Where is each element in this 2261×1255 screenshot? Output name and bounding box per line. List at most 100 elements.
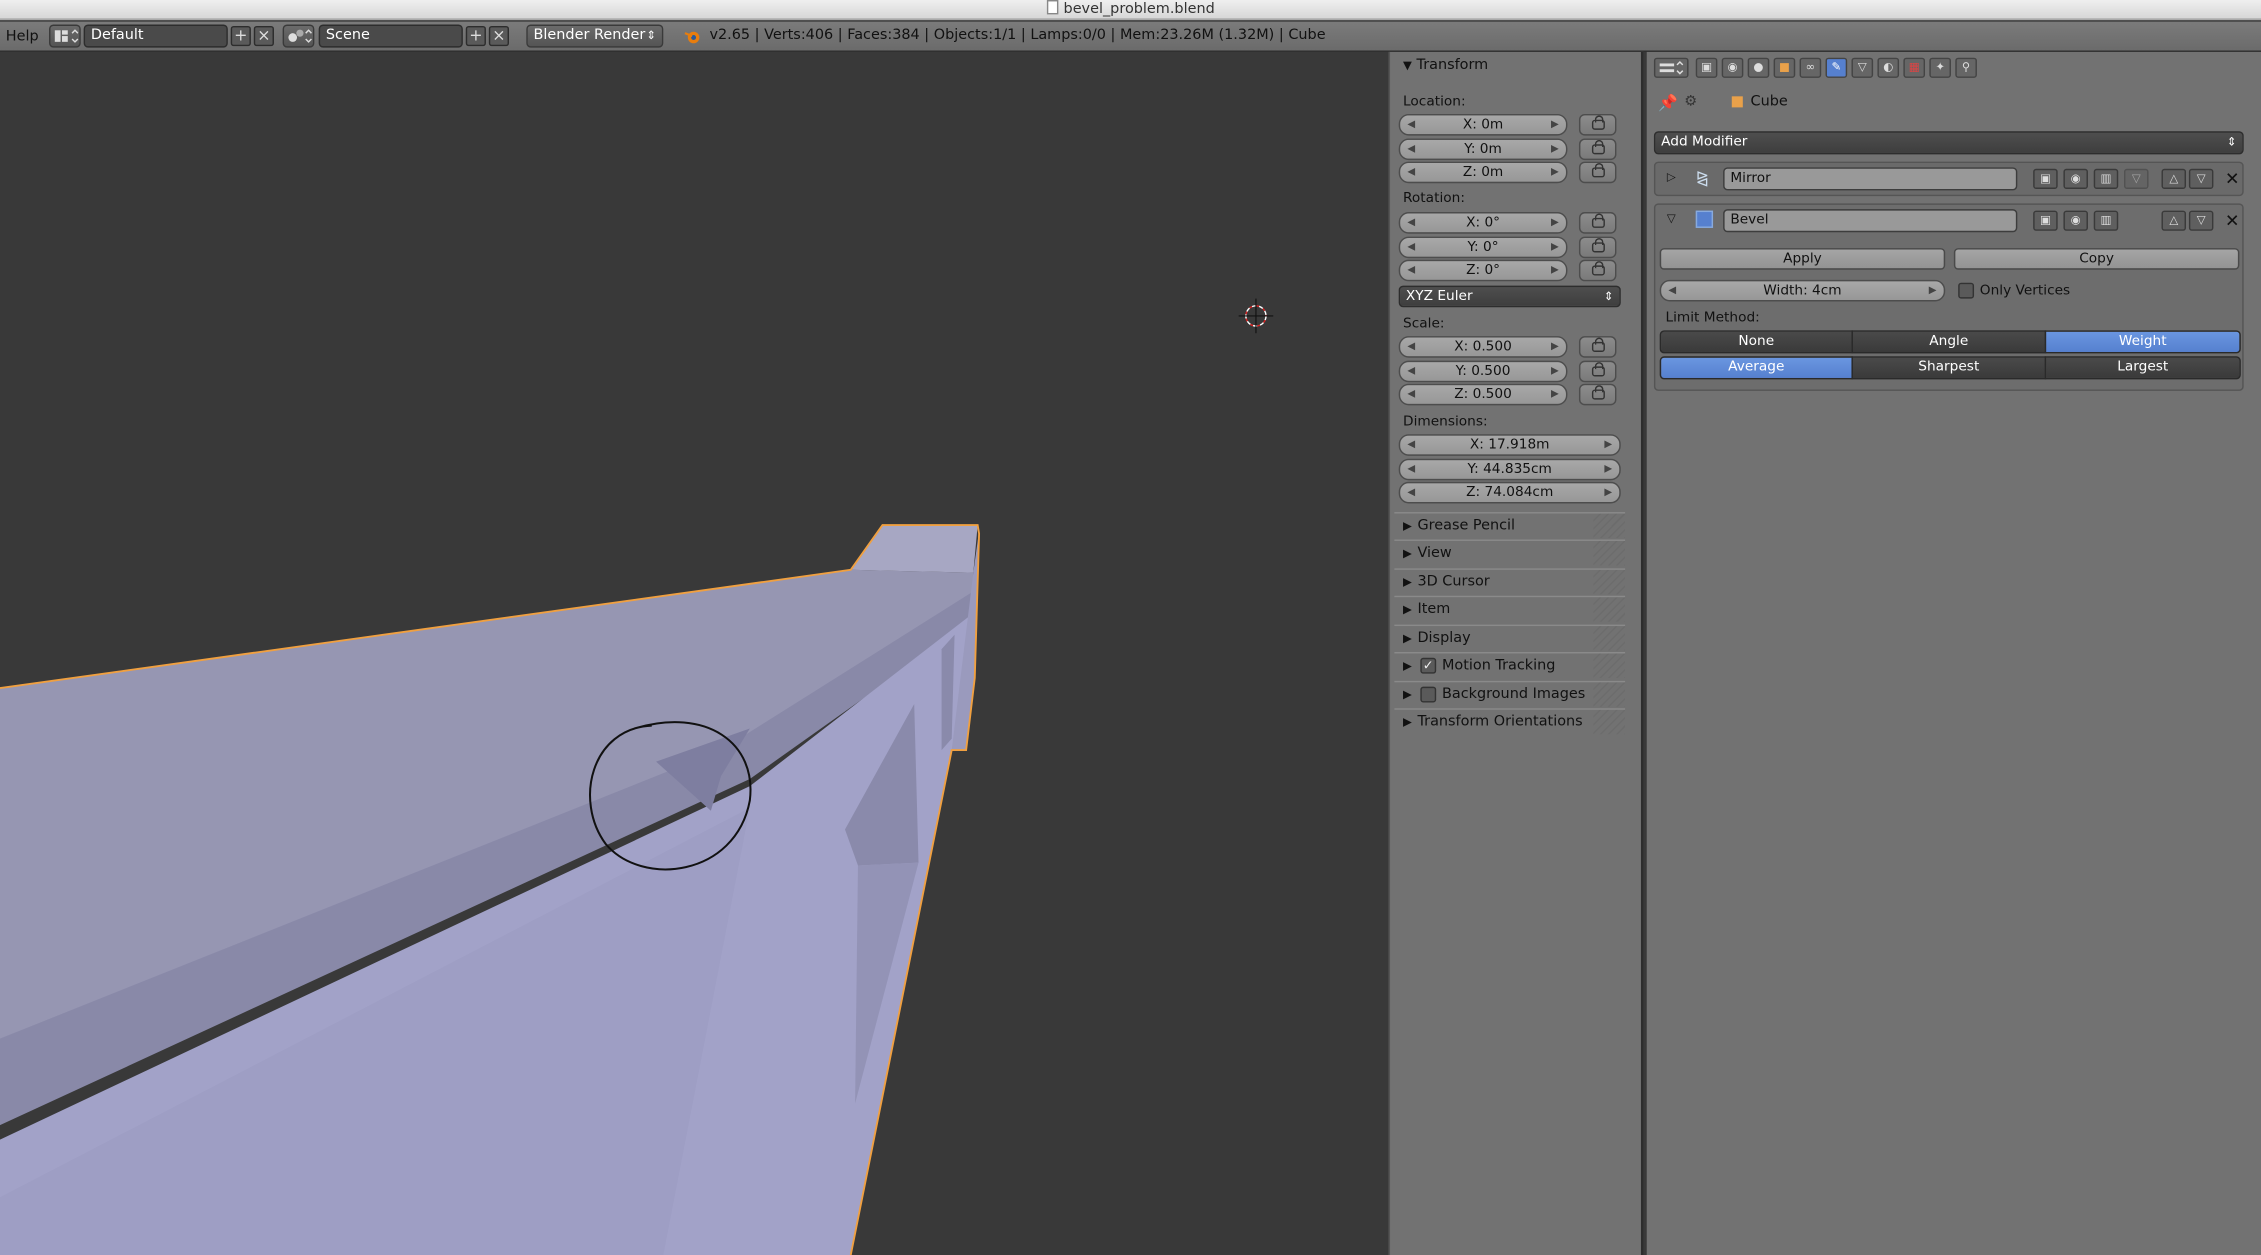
motion-tracking-panel[interactable]: ▶ ✓ Motion Tracking (1394, 652, 1626, 678)
grease-pencil-label: Grease Pencil (1417, 517, 1516, 534)
close-scene-icon[interactable]: × (488, 25, 510, 47)
modifier-context-icon: ⚙ (1684, 93, 1698, 110)
editmode-toggle-icon[interactable]: ▥ (2093, 210, 2119, 231)
data-tab-icon[interactable]: ▽ (1851, 57, 1874, 78)
limit-weight-button[interactable]: Weight (2044, 330, 2241, 354)
grease-pencil-panel[interactable]: ▶ Grease Pencil (1394, 512, 1626, 539)
lock-rotation-z-icon[interactable] (1578, 259, 1617, 282)
3d-viewport[interactable] (0, 51, 1389, 1255)
view-panel[interactable]: ▶ View (1394, 539, 1626, 566)
texture-tab-icon[interactable]: ▦ (1903, 57, 1926, 78)
move-up-icon[interactable]: △ (2161, 168, 2187, 189)
scene-field[interactable]: Scene (318, 24, 463, 48)
material-tab-icon[interactable]: ◐ (1877, 57, 1900, 78)
transform-title: Transform (1416, 57, 1489, 74)
scene-tab-icon[interactable]: ◉ (1721, 57, 1744, 78)
expanded-triangle-icon: ▼ (1403, 59, 1412, 73)
dimensions-x-field[interactable]: ◀ X: 17.918m ▶ (1398, 434, 1621, 456)
dropdown-arrows-icon: ⇕ (2226, 135, 2237, 149)
object-tab-icon[interactable]: ■ (1773, 57, 1796, 78)
dimensions-y-field[interactable]: ◀ Y: 44.835cm ▶ (1398, 458, 1621, 481)
close-screen-icon[interactable]: × (253, 25, 274, 47)
dimensions-y-value: Y: 44.835cm (1467, 461, 1552, 478)
lock-rotation-x-icon[interactable] (1578, 212, 1617, 234)
physics-tab-icon[interactable]: ⚲ (1955, 57, 1977, 78)
expanded-triangle-icon[interactable]: ▽ (1667, 212, 1676, 225)
remove-modifier-icon[interactable]: ✕ (2225, 169, 2240, 189)
mirror-modifier-header[interactable]: ▷ ⧎ Mirror ▣ ◉ ▥ ▽ △ ▽ ✕ (1653, 161, 2244, 197)
cage-toggle-icon[interactable]: ▽ (2124, 168, 2149, 189)
editor-type-icon[interactable] (1653, 57, 1689, 78)
lock-scale-x-icon[interactable] (1578, 336, 1617, 358)
help-menu[interactable]: Help (6, 29, 39, 45)
remove-modifier-icon[interactable]: ✕ (2225, 211, 2240, 231)
only-vertices-checkbox[interactable] (1958, 282, 1975, 299)
lock-location-x-icon[interactable] (1578, 113, 1617, 136)
render-toggle-icon[interactable]: ▣ (2033, 210, 2058, 231)
lock-scale-z-icon[interactable] (1578, 383, 1617, 406)
apply-button[interactable]: Apply (1659, 248, 1946, 270)
rotation-y-field[interactable]: ◀ Y: 0° ▶ (1398, 236, 1568, 259)
render-tab-icon[interactable]: ▣ (1695, 57, 1718, 78)
limit-method-label: Limit Method: (1665, 310, 1760, 327)
add-modifier-dropdown[interactable]: Add Modifier ⇕ (1653, 131, 2244, 155)
limit-none-button[interactable]: None (1659, 330, 1853, 354)
scale-y-field[interactable]: ◀ Y: 0.500 ▶ (1398, 360, 1568, 383)
location-x-field[interactable]: ◀ X: 0m ▶ (1398, 113, 1568, 136)
rotation-mode-dropdown[interactable]: XYZ Euler ⇕ (1398, 285, 1621, 308)
collapsed-triangle-icon[interactable]: ▷ (1667, 170, 1676, 183)
particles-tab-icon[interactable]: ✦ (1929, 57, 1951, 78)
limit-angle-button[interactable]: Angle (1851, 330, 2047, 354)
motion-tracking-checkbox[interactable]: ✓ (1420, 657, 1437, 674)
world-tab-icon[interactable]: ● (1747, 57, 1770, 78)
pin-icon[interactable]: 📌 (1658, 94, 1678, 113)
edge-weight-average-button[interactable]: Average (1659, 356, 1853, 380)
display-panel[interactable]: ▶ Display (1394, 624, 1626, 651)
add-screen-icon[interactable]: + (230, 25, 251, 47)
blender-logo-icon (683, 27, 700, 44)
lock-scale-y-icon[interactable] (1578, 360, 1617, 383)
display-label: Display (1417, 630, 1471, 647)
render-toggle-icon[interactable]: ▣ (2033, 168, 2058, 189)
location-y-value: Y: 0m (1464, 141, 1502, 158)
screen-layout-icon[interactable] (49, 24, 81, 48)
lock-rotation-y-icon[interactable] (1578, 236, 1617, 259)
viewport-toggle-icon[interactable]: ◉ (2063, 210, 2088, 231)
bevel-width-field[interactable]: ◀ Width: 4cm ▶ (1659, 279, 1946, 302)
bevel-modifier-name[interactable]: Bevel (1723, 209, 2018, 233)
location-z-field[interactable]: ◀ Z: 0m ▶ (1398, 161, 1568, 184)
cube-icon: ■ (1730, 93, 1744, 110)
edge-weight-sharpest-button[interactable]: Sharpest (1851, 356, 2047, 380)
only-vertices-label: Only Vertices (1979, 282, 2071, 299)
viewport-toggle-icon[interactable]: ◉ (2063, 168, 2088, 189)
rotation-z-field[interactable]: ◀ Z: 0° ▶ (1398, 259, 1568, 282)
3d-cursor-icon[interactable] (1238, 298, 1274, 334)
move-down-icon[interactable]: ▽ (2188, 210, 2214, 231)
move-up-icon[interactable]: △ (2161, 210, 2187, 231)
scene-icon[interactable] (282, 24, 315, 48)
3d-cursor-panel[interactable]: ▶ 3D Cursor (1394, 568, 1626, 595)
mirror-modifier-name[interactable]: Mirror (1723, 167, 2018, 191)
rotation-x-field[interactable]: ◀ X: 0° ▶ (1398, 212, 1568, 234)
transform-panel-header[interactable]: ▼ Transform (1403, 58, 1488, 74)
edge-weight-largest-button[interactable]: Largest (2044, 356, 2241, 380)
render-engine-dropdown[interactable]: Blender Render ⇕ (526, 24, 664, 48)
move-down-icon[interactable]: ▽ (2188, 168, 2214, 189)
add-scene-icon[interactable]: + (465, 25, 486, 47)
lock-location-z-icon[interactable] (1578, 161, 1617, 184)
modifiers-tab-icon[interactable]: ✎ (1825, 57, 1848, 78)
constraints-tab-icon[interactable]: ∞ (1799, 57, 1822, 78)
scale-z-field[interactable]: ◀ Z: 0.500 ▶ (1398, 383, 1568, 406)
item-panel[interactable]: ▶ Item (1394, 595, 1626, 622)
editmode-toggle-icon[interactable]: ▥ (2093, 168, 2119, 189)
dropdown-arrows-icon: ⇕ (1603, 289, 1614, 303)
scale-x-field[interactable]: ◀ X: 0.500 ▶ (1398, 336, 1568, 358)
background-images-panel[interactable]: ▶ Background Images (1394, 680, 1626, 707)
dimensions-z-field[interactable]: ◀ Z: 74.084cm ▶ (1398, 481, 1621, 504)
lock-location-y-icon[interactable] (1578, 138, 1617, 161)
copy-button[interactable]: Copy (1953, 248, 2240, 270)
background-images-checkbox[interactable] (1420, 686, 1437, 703)
location-y-field[interactable]: ◀ Y: 0m ▶ (1398, 138, 1568, 161)
screen-layout-field[interactable]: Default (83, 24, 228, 48)
transform-orientations-panel[interactable]: ▶ Transform Orientations (1394, 708, 1626, 735)
